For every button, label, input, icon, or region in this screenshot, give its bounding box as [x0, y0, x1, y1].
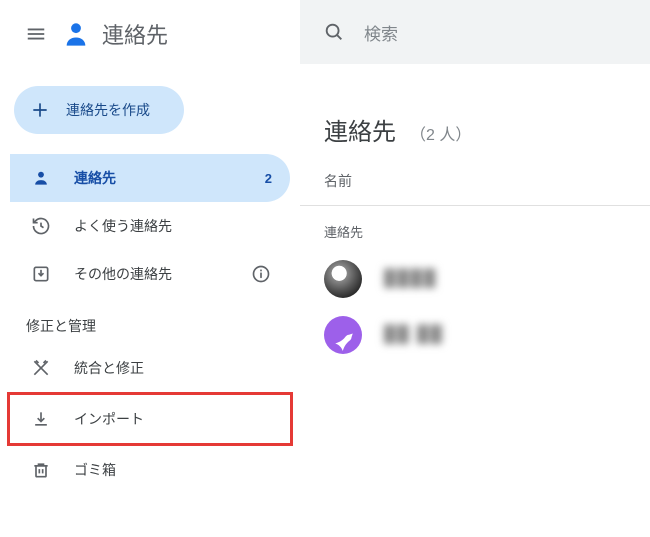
search-placeholder: 検索	[364, 20, 398, 45]
sidebar-item-merge-label: 統合と修正	[74, 358, 144, 378]
search-bar[interactable]: 検索	[300, 0, 650, 64]
archive-icon	[30, 263, 52, 285]
section-label-manage: 修正と管理	[10, 298, 290, 344]
sidebar-item-merge[interactable]: 統合と修正	[10, 344, 290, 392]
sidebar-item-other-label: その他の連絡先	[74, 264, 172, 284]
app-title: 連絡先	[102, 18, 168, 50]
history-icon	[30, 215, 52, 237]
app-header: 連絡先	[10, 8, 290, 60]
contact-name: ██ ██	[384, 326, 444, 344]
create-contact-label: 連絡先を作成	[66, 100, 150, 120]
plus-icon	[28, 98, 52, 122]
sidebar-item-contacts-label: 連絡先	[74, 168, 116, 188]
sidebar-item-frequent[interactable]: よく使う連絡先	[10, 202, 290, 250]
sidebar-item-frequent-label: よく使う連絡先	[74, 216, 172, 236]
sidebar-item-import[interactable]: インポート	[10, 395, 290, 443]
info-icon[interactable]	[250, 263, 272, 285]
sidebar-item-contacts[interactable]: 連絡先 2	[10, 154, 290, 202]
download-icon	[30, 408, 52, 430]
search-icon	[322, 20, 346, 44]
import-highlight-box: インポート	[7, 392, 293, 446]
group-label-contacts: 連絡先	[300, 206, 650, 251]
main-menu-button[interactable]	[16, 14, 56, 54]
sidebar-item-trash-label: ゴミ箱	[74, 460, 116, 480]
trash-icon	[30, 459, 52, 481]
column-header-name: 名前	[300, 147, 650, 206]
avatar	[324, 260, 362, 298]
contacts-count-badge: 2	[265, 171, 272, 186]
contact-row[interactable]: ████	[300, 251, 650, 307]
content-title-count: （2 人）	[410, 121, 471, 145]
sidebar-item-import-label: インポート	[74, 409, 144, 429]
main-panel: 検索 連絡先 （2 人） 名前 連絡先 ████ ██ ██	[300, 0, 650, 537]
content-area: 連絡先 （2 人） 名前 連絡先 ████ ██ ██	[300, 64, 650, 537]
content-title: 連絡先 （2 人）	[300, 112, 650, 147]
avatar	[324, 316, 362, 354]
app-logo	[62, 20, 90, 48]
sidebar-item-trash[interactable]: ゴミ箱	[10, 446, 290, 494]
sidebar-item-other[interactable]: その他の連絡先	[10, 250, 290, 298]
create-contact-button[interactable]: 連絡先を作成	[14, 86, 184, 134]
contact-row[interactable]: ██ ██	[300, 307, 650, 363]
person-icon	[30, 167, 52, 189]
content-title-text: 連絡先	[324, 112, 396, 147]
tools-icon	[30, 357, 52, 379]
contact-name: ████	[384, 270, 437, 288]
hamburger-icon	[25, 23, 47, 45]
contacts-logo-icon	[62, 20, 90, 48]
sidebar: 連絡先 連絡先を作成 連絡先 2 よく使う連絡先 その他の連絡先 修正と管理	[0, 0, 300, 537]
